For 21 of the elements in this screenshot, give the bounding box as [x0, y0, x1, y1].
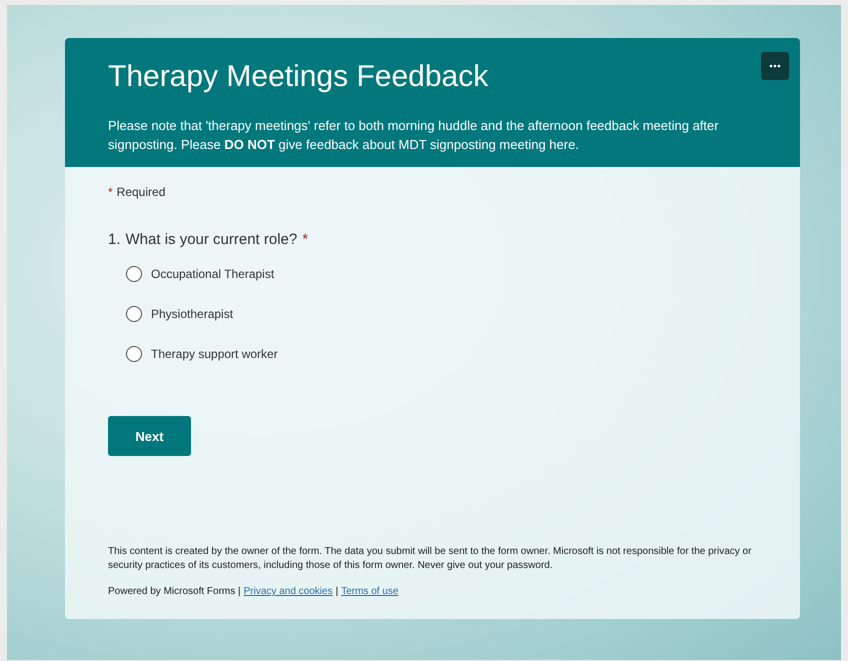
question-number: 1. — [108, 231, 121, 248]
radio-button[interactable] — [126, 346, 142, 362]
option-label[interactable]: Therapy support worker — [151, 347, 278, 361]
powered-by-text: Powered by Microsoft Forms | — [108, 585, 241, 599]
option-label[interactable]: Physiotherapist — [151, 307, 234, 321]
required-label: Required — [116, 185, 166, 199]
next-button[interactable]: Next — [108, 416, 191, 456]
form-description: Please note that 'therapy meetings' refer to both morning huddle and the afternoon feedback meeting after signposting. Please DO NOT give feedback about MDT signposting meeting here. — [108, 117, 720, 154]
radio-button[interactable] — [126, 306, 142, 322]
question-text: What is your current role? — [126, 231, 298, 248]
more-icon — [769, 64, 781, 68]
radio-button[interactable] — [126, 266, 142, 282]
privacy-link[interactable]: Privacy and cookies — [244, 585, 333, 599]
required-asterisk: * — [302, 231, 308, 248]
disclaimer-text: This content is created by the owner of the form. The data you submit will be sent to the form owner. Microsoft is not responsible for the privacy or security practices of its customers, including those of this form owner. Never give out your password. — [108, 545, 752, 573]
terms-link[interactable]: Terms of use — [341, 585, 398, 599]
separator-text: | — [336, 585, 338, 599]
required-asterisk: * — [108, 185, 113, 199]
form-title: Therapy Meetings Feedback — [108, 59, 490, 95]
option-label[interactable]: Occupational Therapist — [151, 267, 274, 281]
more-options-button[interactable] — [761, 52, 789, 80]
